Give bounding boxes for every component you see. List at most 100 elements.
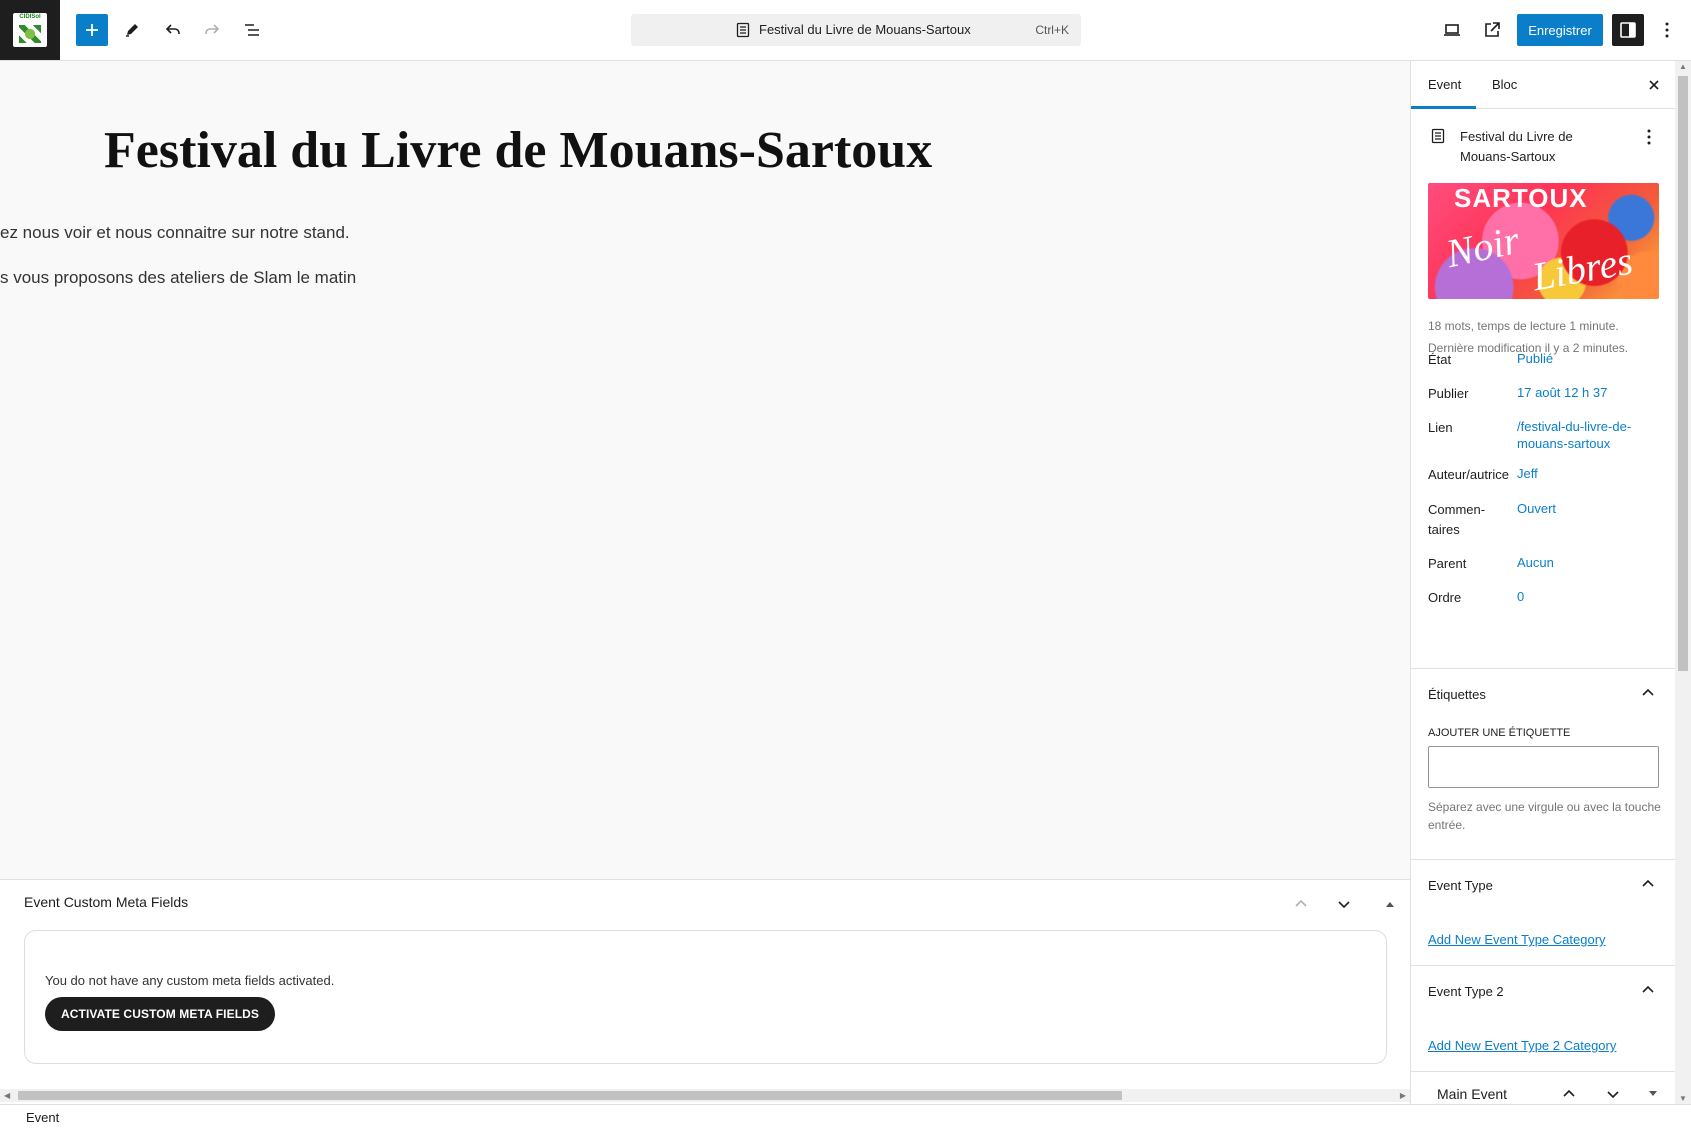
collapse-panel-button[interactable] — [1376, 890, 1404, 918]
options-menu-button[interactable] — [1651, 14, 1683, 46]
scroll-left-icon[interactable]: ◀ — [4, 1091, 10, 1100]
command-palette-bar[interactable]: Festival du Livre de Mouans-Sartoux Ctrl… — [631, 14, 1081, 46]
settings-sidebar-toggle[interactable] — [1612, 14, 1644, 46]
field-label: Auteur/autrice — [1428, 467, 1509, 482]
custom-meta-fields-panel: Event Custom Meta Fields You do not have… — [0, 879, 1410, 1090]
sidebar-vertical-scrollbar[interactable]: ▲ ▼ — [1675, 61, 1691, 1104]
panel-title[interactable]: Main Event Details — [1437, 1084, 1547, 1104]
tab-event[interactable]: Event — [1428, 77, 1461, 92]
triangle-down-icon — [1649, 1091, 1657, 1096]
document-overview-button[interactable] — [236, 14, 268, 46]
scroll-down-icon[interactable]: ▼ — [1679, 1094, 1687, 1103]
editor-canvas[interactable]: Festival du Livre de Mouans-Sartoux ez n… — [0, 61, 1410, 879]
tag-help-text: Séparez avec une virgule ou avec la touc… — [1428, 800, 1661, 832]
undo-icon — [165, 24, 180, 34]
chevron-up-icon — [1563, 1089, 1575, 1097]
paragraph-block[interactable]: s vous proposons des ateliers de Slam le… — [0, 268, 356, 288]
word-count: 18 mots, temps de lecture 1 minute. — [1428, 319, 1619, 333]
metabox-content: You do not have any custom meta fields a… — [24, 930, 1387, 1064]
close-sidebar-button[interactable] — [1644, 75, 1664, 95]
sidebar-tabs: Event Bloc — [1411, 61, 1675, 109]
publish-date-button[interactable]: 17 août 12 h 37 — [1517, 384, 1657, 401]
undo-button[interactable] — [157, 14, 189, 46]
add-block-button[interactable] — [76, 14, 108, 46]
tag-input-label: AJOUTER UNE ÉTIQUETTE — [1428, 727, 1571, 739]
collapse-event-type-2-button[interactable] — [1638, 980, 1658, 1000]
panel-title[interactable]: Étiquettes — [1428, 687, 1486, 702]
field-label: Ordre — [1428, 590, 1462, 605]
editor-footer: Event — [0, 1104, 1691, 1129]
settings-sidebar: Event Bloc Festival du Livre de Mouans-S… — [1410, 61, 1675, 1104]
move-down-button[interactable] — [1330, 890, 1358, 918]
metabox-title: Event Custom Meta Fields — [24, 894, 189, 910]
move-up-button[interactable] — [1287, 890, 1315, 918]
chevron-up-icon — [1642, 879, 1654, 887]
preview-device-button[interactable] — [1436, 14, 1468, 46]
document-icon — [1431, 128, 1445, 144]
author-button[interactable]: Jeff — [1517, 465, 1657, 482]
scroll-up-icon[interactable]: ▲ — [1679, 62, 1687, 71]
sidebar-post-title: Festival du Livre de Mouans-Sartoux — [1460, 129, 1573, 164]
collapse-tags-button[interactable] — [1638, 683, 1658, 703]
external-link-icon — [1485, 22, 1500, 37]
triangle-up-icon — [1386, 902, 1394, 907]
panel-title[interactable]: Event Type 2 — [1428, 984, 1504, 999]
comments-button[interactable]: Ouvert — [1517, 500, 1657, 517]
site-logo-button[interactable]: CIDISol — [0, 0, 60, 60]
chevron-up-icon — [1642, 688, 1654, 696]
chevron-up-icon — [1642, 985, 1654, 993]
add-event-type-link[interactable]: Add New Event Type Category — [1428, 932, 1606, 947]
chevron-up-icon — [1295, 899, 1307, 907]
paragraph-block[interactable]: ez nous voir et nous connaitre sur notre… — [0, 223, 350, 243]
view-post-button[interactable] — [1476, 14, 1508, 46]
field-label: État — [1428, 352, 1452, 367]
field-label: Commen-taires — [1428, 502, 1486, 537]
tags-panel: Étiquettes AJOUTER UNE ÉTIQUETTE Séparez… — [1411, 668, 1675, 859]
featured-image-text: SARTOUX — [1454, 183, 1588, 213]
tag-input[interactable] — [1428, 746, 1659, 788]
field-label: Parent — [1428, 556, 1467, 571]
kebab-icon — [1665, 22, 1669, 38]
move-down-button[interactable] — [1603, 1084, 1623, 1104]
order-button[interactable]: 0 — [1517, 588, 1657, 605]
scroll-right-icon[interactable]: ▶ — [1400, 1091, 1406, 1100]
tools-button[interactable] — [116, 14, 148, 46]
site-logo-icon: CIDISol — [13, 13, 47, 47]
list-view-icon — [245, 24, 259, 36]
document-icon — [736, 22, 750, 38]
collapse-panel-button[interactable] — [1643, 1084, 1663, 1104]
parent-button[interactable]: Aucun — [1517, 554, 1657, 571]
post-title[interactable]: Festival du Livre de Mouans-Sartoux — [104, 121, 932, 180]
collapse-event-type-button[interactable] — [1638, 874, 1658, 894]
chevron-down-icon — [1607, 1091, 1619, 1099]
featured-image-text: Libres — [1528, 237, 1636, 299]
scrollbar-thumb[interactable] — [18, 1091, 1122, 1100]
featured-image-text: Noir — [1442, 216, 1524, 277]
chevron-down-icon — [1338, 901, 1350, 909]
status-value-button[interactable]: Publié — [1517, 350, 1657, 367]
field-label: Lien — [1428, 420, 1453, 435]
add-event-type-2-link[interactable]: Add New Event Type 2 Category — [1428, 1038, 1616, 1053]
active-tab-indicator — [1411, 106, 1476, 109]
horizontal-scrollbar[interactable]: ◀ ▶ — [0, 1089, 1410, 1102]
save-button[interactable]: Enregistrer — [1517, 14, 1603, 46]
plus-icon — [86, 24, 98, 36]
redo-icon — [205, 24, 220, 34]
event-type-panel: Event Type Add New Event Type Category — [1411, 859, 1675, 965]
tab-bloc[interactable]: Bloc — [1492, 77, 1517, 92]
activate-custom-meta-fields-button[interactable]: ACTIVATE CUSTOM META FIELDS — [45, 997, 275, 1031]
redo-button[interactable] — [196, 14, 228, 46]
kebab-icon — [1647, 129, 1651, 145]
pencil-icon — [126, 24, 138, 37]
move-up-button[interactable] — [1559, 1084, 1579, 1104]
breadcrumb[interactable]: Event — [26, 1110, 59, 1125]
document-title: Festival du Livre de Mouans-Sartoux — [759, 22, 971, 37]
panel-title[interactable]: Event Type — [1428, 878, 1493, 893]
featured-image[interactable]: SARTOUX Noir Libres — [1428, 183, 1659, 299]
scrollbar-thumb[interactable] — [1678, 76, 1688, 671]
close-icon — [1649, 80, 1659, 90]
permalink-button[interactable]: /festival-du-livre-de-mouans-sartoux — [1517, 418, 1657, 452]
metabox-message: You do not have any custom meta fields a… — [45, 973, 335, 988]
post-actions-button[interactable] — [1641, 127, 1657, 147]
sidebar-icon — [1620, 22, 1636, 38]
